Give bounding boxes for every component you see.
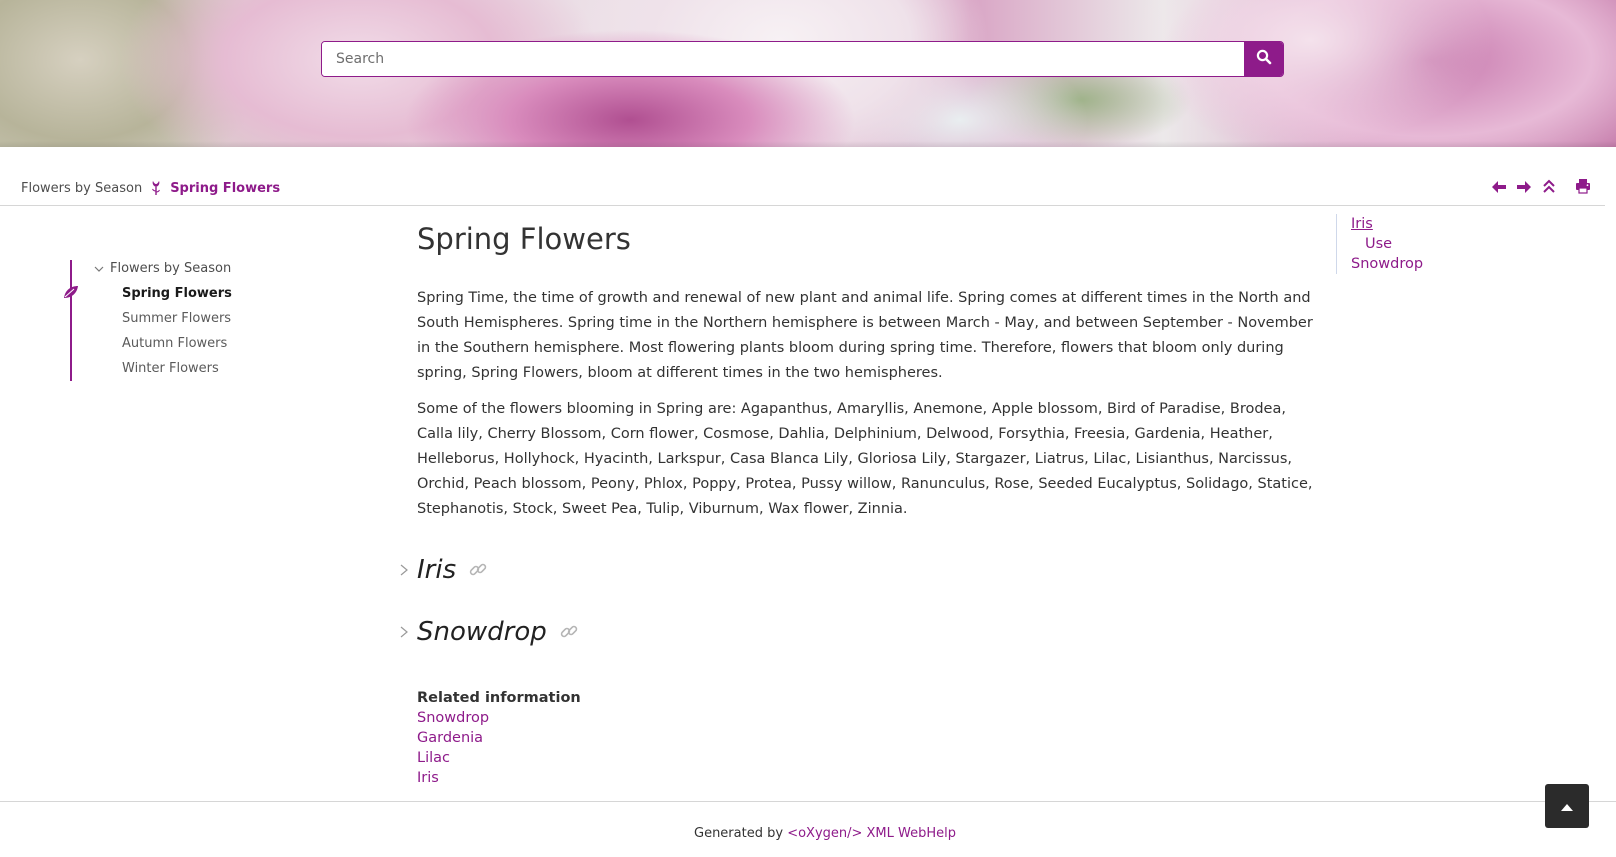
page-title: Spring Flowers — [417, 222, 631, 256]
scroll-to-top-button[interactable] — [1545, 784, 1589, 828]
intro-paragraph: Spring Time, the time of growth and rene… — [417, 290, 1313, 381]
link-icon[interactable] — [559, 622, 579, 642]
parent-topic-button[interactable] — [1539, 178, 1559, 198]
related-link-lilac[interactable]: Lilac — [417, 748, 581, 768]
search-icon — [1256, 49, 1272, 69]
section-title-snowdrop: Snowdrop — [417, 617, 547, 647]
section-iris: Iris — [399, 555, 488, 585]
section-snowdrop: Snowdrop — [399, 617, 579, 647]
banner-shadow — [0, 141, 1616, 147]
toc-item-spring-flowers[interactable]: Spring Flowers — [122, 286, 232, 301]
topic-content: Spring Flowers Spring Time, the time of … — [400, 222, 1322, 786]
flowers-list-paragraph: Some of the flowers blooming in Spring a… — [417, 401, 1313, 517]
leaf-icon — [62, 284, 80, 304]
chevron-right-icon[interactable] — [399, 563, 413, 577]
flower-separator-icon — [150, 180, 162, 196]
breadcrumb-parent-link[interactable]: Flowers by Season — [21, 181, 142, 196]
related-title: Related information — [417, 690, 581, 706]
chevron-up-icon — [1560, 797, 1574, 816]
chevrons-up-icon — [1542, 178, 1556, 198]
next-topic-button[interactable] — [1514, 178, 1534, 198]
chevron-down-icon[interactable] — [94, 264, 104, 274]
arrow-right-icon — [1516, 179, 1532, 198]
related-link-gardenia[interactable]: Gardenia — [417, 728, 581, 748]
search-button[interactable] — [1244, 42, 1283, 76]
section-title-iris: Iris — [417, 555, 457, 585]
chevron-right-icon[interactable] — [399, 625, 413, 639]
footer: Generated by <oXygen/> XML WebHelp — [0, 801, 1616, 857]
topic-toc-item-snowdrop[interactable]: Snowdrop — [1351, 254, 1423, 274]
print-button[interactable] — [1573, 178, 1593, 198]
search-box — [321, 41, 1284, 77]
topic-toc-item-use[interactable]: Use — [1351, 234, 1423, 254]
related-information: Related information Snowdrop Gardenia Li… — [417, 688, 581, 788]
breadcrumb-current: Spring Flowers — [170, 180, 281, 196]
toc-item-autumn-flowers[interactable]: Autumn Flowers — [122, 336, 227, 351]
toc-root-label: Flowers by Season — [110, 261, 232, 276]
topic-toc-item-iris[interactable]: Iris — [1351, 214, 1423, 234]
topic-toc: Iris Use Snowdrop — [1336, 214, 1423, 274]
publication-toc: Flowers by Season Spring Flowers Summer … — [64, 260, 310, 381]
link-icon[interactable] — [468, 560, 488, 580]
generated-by-prefix: Generated by — [694, 826, 788, 841]
toc-item-summer-flowers[interactable]: Summer Flowers — [122, 311, 231, 326]
breadcrumb: Flowers by Season Spring Flowers — [21, 180, 280, 196]
header-banner — [0, 0, 1616, 147]
search-input[interactable] — [322, 42, 1244, 76]
toc-root-item[interactable]: Flowers by Season — [94, 261, 231, 276]
breadcrumb-bar: Flowers by Season Spring Flowers — [0, 170, 1605, 206]
navigation-tools — [1484, 178, 1593, 198]
previous-topic-button[interactable] — [1489, 178, 1509, 198]
related-link-snowdrop[interactable]: Snowdrop — [417, 708, 581, 728]
toc-item-winter-flowers[interactable]: Winter Flowers — [122, 361, 219, 376]
generated-by: Generated by <oXygen/> XML WebHelp — [694, 826, 956, 841]
print-icon — [1575, 178, 1591, 198]
related-link-iris[interactable]: Iris — [417, 768, 581, 788]
arrow-left-icon — [1491, 179, 1507, 198]
oxygen-link[interactable]: <oXygen/> XML WebHelp — [787, 826, 956, 841]
